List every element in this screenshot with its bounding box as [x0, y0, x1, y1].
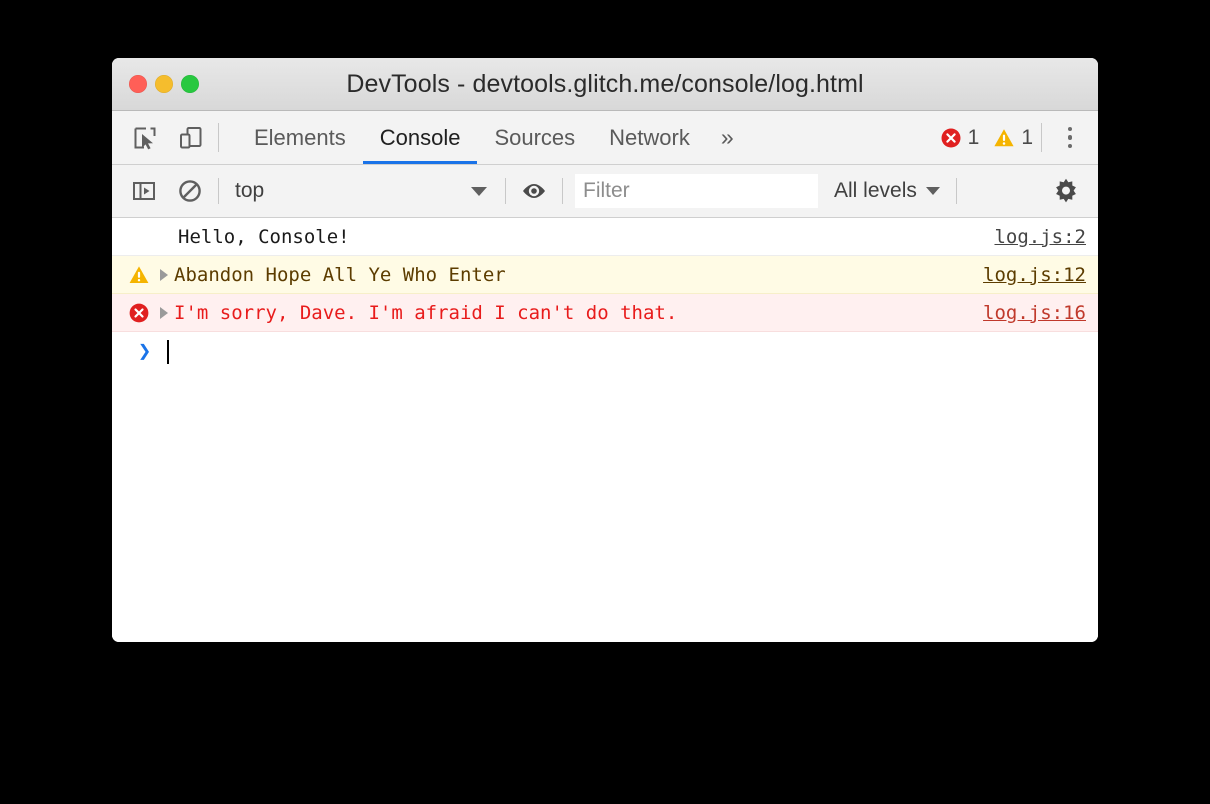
tab-network[interactable]: Network [592, 111, 707, 164]
expand-arrow-icon[interactable] [156, 268, 172, 281]
console-message-source-link[interactable]: log.js:12 [983, 264, 1086, 286]
zoom-window-button[interactable] [181, 75, 199, 93]
tabbar-right-divider [1041, 123, 1042, 152]
clear-console-icon[interactable] [174, 175, 206, 207]
tabbar-right-group: 1 1 [940, 111, 1098, 164]
toolbar-divider-4 [955, 178, 957, 204]
window-title: DevTools - devtools.glitch.me/console/lo… [346, 69, 864, 98]
chevron-down-icon [471, 186, 487, 196]
console-message-text: Hello, Console! [178, 225, 350, 248]
live-expression-eye-icon[interactable] [518, 175, 550, 207]
warning-triangle-icon [994, 128, 1014, 146]
toolbar-divider-2 [505, 178, 506, 204]
console-message-log[interactable]: Hello, Console! log.js:2 [112, 218, 1098, 256]
toolbar-divider-3 [562, 178, 563, 204]
error-circle-icon [122, 302, 156, 324]
error-count: 1 [967, 125, 980, 149]
console-message-source-link[interactable]: log.js:2 [994, 226, 1086, 248]
error-circle-icon [941, 128, 961, 147]
console-message-source-link[interactable]: log.js:16 [983, 302, 1086, 324]
warning-triangle-icon [122, 264, 156, 286]
console-message-error[interactable]: I'm sorry, Dave. I'm afraid I can't do t… [112, 294, 1098, 332]
prompt-chevron-icon: ❯ [138, 339, 152, 364]
execution-context-select[interactable]: top [231, 179, 493, 203]
devtools-tabbar: Elements Console Sources Network » 1 1 [112, 111, 1098, 165]
devtools-window: DevTools - devtools.glitch.me/console/lo… [112, 58, 1098, 642]
tab-console[interactable]: Console [362, 111, 478, 164]
window-titlebar: DevTools - devtools.glitch.me/console/lo… [112, 58, 1098, 111]
settings-gear-icon[interactable] [1050, 175, 1082, 207]
log-levels-label: All levels [834, 179, 917, 202]
tab-elements[interactable]: Elements [237, 111, 363, 164]
console-toolbar: top All levels [112, 165, 1098, 218]
log-levels-select[interactable]: All levels [834, 179, 940, 203]
console-message-text: Abandon Hope All Ye Who Enter [174, 263, 506, 286]
warning-count-group[interactable]: 1 [993, 126, 1033, 150]
traffic-lights [129, 75, 199, 93]
toolbar-divider-1 [218, 178, 219, 204]
chevron-down-icon [925, 187, 940, 195]
tabbar-divider [218, 123, 219, 152]
filter-input[interactable] [575, 174, 818, 208]
close-window-button[interactable] [129, 75, 147, 93]
error-count-group[interactable]: 1 [940, 125, 980, 150]
console-sidebar-icon[interactable] [128, 175, 160, 207]
expand-arrow-icon[interactable] [156, 306, 172, 319]
devtools-tabs: Elements Console Sources Network » [237, 111, 748, 164]
prompt-text-caret [167, 340, 170, 364]
execution-context-label: top [235, 179, 265, 202]
tabbar-left-icons [112, 111, 206, 164]
console-prompt-row[interactable]: ❯ [112, 332, 1098, 372]
device-toolbar-icon[interactable] [176, 123, 206, 153]
console-message-text: I'm sorry, Dave. I'm afraid I can't do t… [174, 301, 678, 324]
warning-count: 1 [1021, 125, 1033, 149]
kebab-menu-icon[interactable] [1056, 123, 1084, 153]
console-message-warning[interactable]: Abandon Hope All Ye Who Enter log.js:12 [112, 256, 1098, 294]
minimize-window-button[interactable] [155, 75, 173, 93]
tab-sources[interactable]: Sources [477, 111, 592, 164]
inspect-element-icon[interactable] [130, 123, 160, 153]
console-message-list: Hello, Console! log.js:2 Abandon Hope Al… [112, 218, 1098, 642]
more-tabs-button[interactable]: » [707, 111, 748, 164]
